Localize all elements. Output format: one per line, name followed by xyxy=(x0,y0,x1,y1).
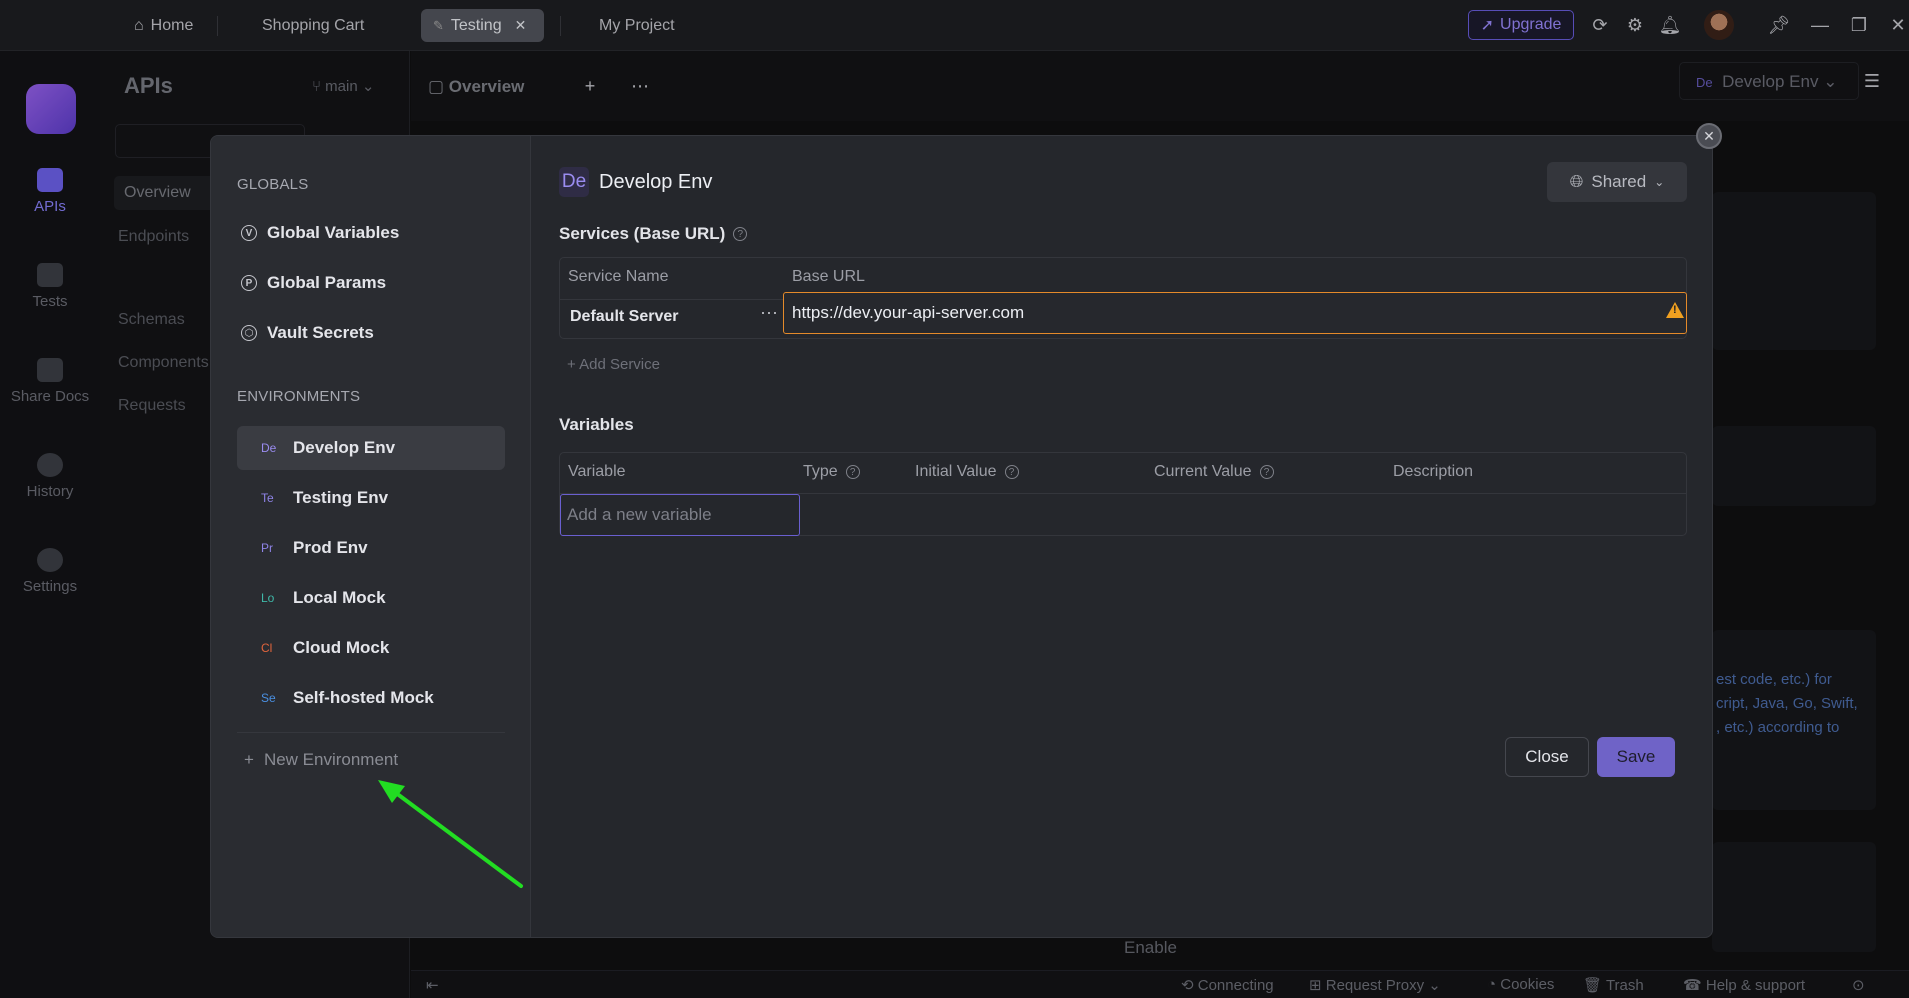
services-label: Services (Base URL) xyxy=(559,224,726,243)
variable-icon: V xyxy=(241,225,257,241)
services-heading: Services (Base URL) ? xyxy=(559,224,748,244)
help-icon[interactable]: ? xyxy=(733,227,748,241)
column-header-service-name: Service Name xyxy=(568,268,669,285)
help-icon[interactable]: ? xyxy=(845,465,860,479)
column-header-description: Description xyxy=(1393,463,1474,480)
env-item-local-mock[interactable]: Lo Local Mock xyxy=(237,576,505,620)
services-table: Service Name Base URL Default Server ··· xyxy=(559,257,1687,339)
current-value-label: Current Value xyxy=(1154,463,1252,480)
env-item-self-hosted-mock[interactable]: Se Self-hosted Mock xyxy=(237,676,505,720)
base-url-input[interactable] xyxy=(783,292,1687,334)
plus-icon: + xyxy=(244,750,254,769)
env-item-prod[interactable]: Pr Prod Env xyxy=(237,526,505,570)
env-title-label[interactable]: Develop Env xyxy=(599,171,712,194)
add-service-label: Add Service xyxy=(579,356,660,373)
variables-label: Variables xyxy=(559,415,634,434)
column-header-current-value: Current Value? xyxy=(1154,463,1274,481)
new-variable-input[interactable] xyxy=(560,494,800,536)
env-badge: Se xyxy=(261,691,276,705)
save-button[interactable]: Save xyxy=(1597,737,1675,777)
warning-icon[interactable] xyxy=(1666,302,1684,318)
env-title-badge: De xyxy=(559,167,589,197)
env-item-label: Cloud Mock xyxy=(293,638,390,657)
global-variables-item[interactable]: V Global Variables xyxy=(241,223,399,243)
env-item-label: Self-hosted Mock xyxy=(293,688,434,707)
more-options-icon[interactable]: ··· xyxy=(760,302,778,323)
vault-secrets-item[interactable]: ⬡ Vault Secrets xyxy=(241,323,374,343)
env-item-label: Testing Env xyxy=(293,488,389,507)
type-label: Type xyxy=(803,463,838,480)
env-badge: Pr xyxy=(261,541,273,555)
environments-heading: ENVIRONMENTS xyxy=(237,388,361,405)
help-icon[interactable]: ? xyxy=(1259,465,1274,479)
chevron-down-icon: ⌄ xyxy=(1654,175,1665,189)
env-badge: De xyxy=(261,441,277,455)
column-header-type: Type? xyxy=(803,463,860,481)
initial-value-label: Initial Value xyxy=(915,463,997,480)
env-item-develop[interactable]: De Develop Env xyxy=(237,426,505,470)
global-params-item[interactable]: P Global Params xyxy=(241,273,386,293)
global-item-label: Vault Secrets xyxy=(267,323,374,342)
vault-icon: ⬡ xyxy=(241,325,257,341)
params-icon: P xyxy=(241,275,257,291)
env-badge: Cl xyxy=(261,641,273,655)
shared-label: Shared xyxy=(1591,172,1647,191)
env-item-cloud-mock[interactable]: Cl Cloud Mock xyxy=(237,626,505,670)
modal-content: De Develop Env 🌐︎ Shared ⌄ Services (Bas… xyxy=(531,136,1712,937)
env-item-label: Prod Env xyxy=(293,538,368,557)
column-header-initial-value: Initial Value? xyxy=(915,463,1019,481)
service-name-cell[interactable]: Default Server xyxy=(570,308,679,326)
close-button[interactable]: Close xyxy=(1505,737,1589,777)
modal-sidebar: GLOBALS V Global Variables P Global Para… xyxy=(211,136,531,937)
column-header-base-url: Base URL xyxy=(792,268,865,285)
help-icon[interactable]: ? xyxy=(1004,465,1019,479)
env-item-label: Local Mock xyxy=(293,588,386,607)
shared-dropdown[interactable]: 🌐︎ Shared ⌄ xyxy=(1547,162,1687,202)
variables-heading: Variables xyxy=(559,415,634,435)
new-environment-button[interactable]: + New Environment xyxy=(244,750,398,770)
env-title: De Develop Env xyxy=(559,167,712,197)
environment-modal: GLOBALS V Global Variables P Global Para… xyxy=(210,135,1713,938)
close-modal-icon[interactable]: ✕ xyxy=(1696,123,1722,149)
globals-heading: GLOBALS xyxy=(237,176,309,193)
column-header-variable: Variable xyxy=(568,463,626,480)
env-badge: Lo xyxy=(261,591,275,605)
env-badge: Te xyxy=(261,491,274,505)
add-service-button[interactable]: + Add Service xyxy=(567,356,660,373)
variables-table: Variable Type? Initial Value? Current Va… xyxy=(559,452,1687,536)
new-environment-label: New Environment xyxy=(263,750,399,769)
env-item-testing[interactable]: Te Testing Env xyxy=(237,476,505,520)
global-item-label: Global Params xyxy=(267,273,387,292)
globe-icon: 🌐︎ xyxy=(1569,172,1584,191)
divider xyxy=(237,732,505,733)
env-item-label: Develop Env xyxy=(293,438,396,457)
global-item-label: Global Variables xyxy=(267,223,400,242)
